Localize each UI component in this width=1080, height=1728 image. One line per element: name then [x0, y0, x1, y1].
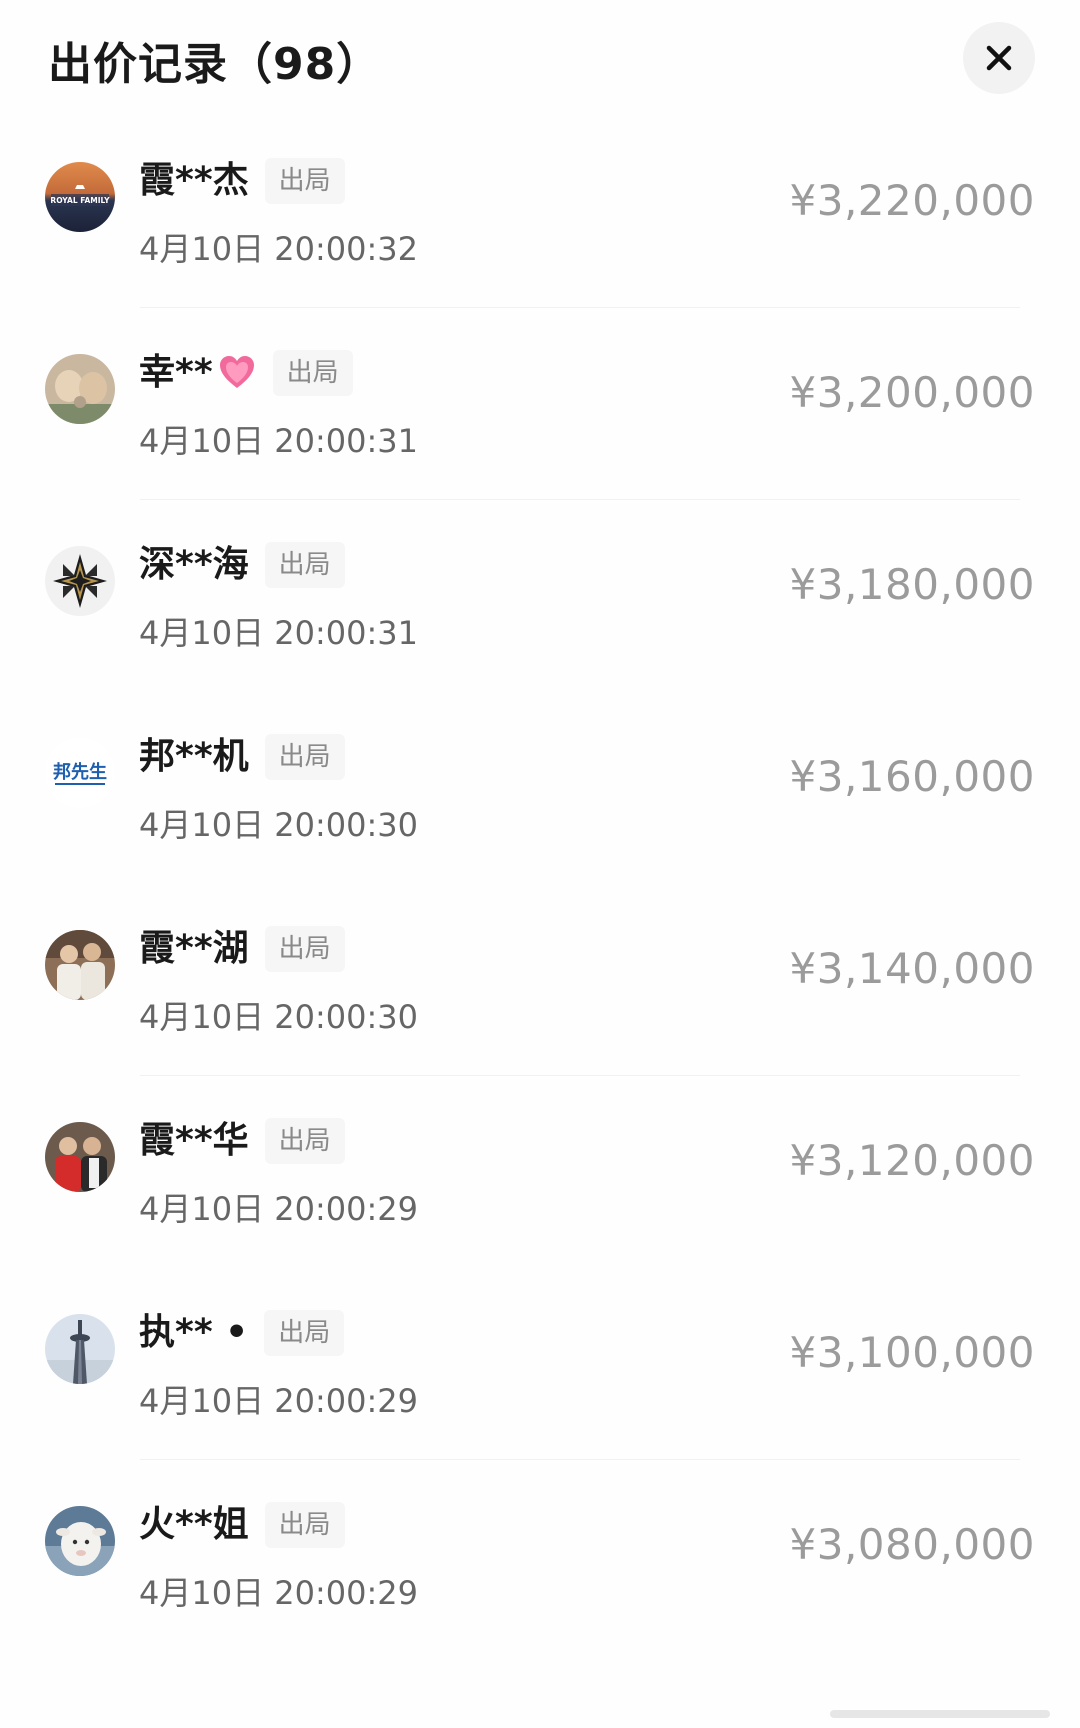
list-item[interactable]: 邦先生 邦**机 出局 4月10日 20:00:30 ¥3,160,000 [0, 692, 1080, 884]
bid-record-sheet: 出价记录（98） ROYAL FAMILY 霞**杰 出局 4月10日 20:0… [0, 0, 1080, 1728]
bid-time: 4月10日 20:00:31 [139, 422, 418, 460]
bid-amount: ¥3,120,000 [789, 1136, 1035, 1185]
close-icon [986, 45, 1012, 71]
status-badge: 出局 [264, 542, 345, 588]
list-item[interactable]: 火**姐 出局 4月10日 20:00:29 ¥3,080,000 [0, 1460, 1080, 1652]
header: 出价记录（98） [0, 0, 1080, 116]
bidder-name: 执** • [139, 1312, 249, 1353]
tower-photo [45, 1314, 115, 1384]
bidder-name: 幸** [139, 352, 213, 393]
bid-amount: ¥3,200,000 [789, 368, 1035, 417]
list-item[interactable]: 执** • 出局 4月10日 20:00:29 ¥3,100,000 [0, 1268, 1080, 1460]
text-logo: 邦先生 [45, 738, 115, 808]
bidder-name: 霞**华 [139, 1120, 249, 1161]
list-item[interactable]: 深**海 出局 4月10日 20:00:31 ¥3,180,000 [0, 500, 1080, 692]
status-badge: 出局 [264, 1118, 345, 1164]
list-item[interactable]: 幸** 出局 4月10日 20:00:31 ¥3,200,000 [0, 308, 1080, 500]
geometric-logo [45, 546, 115, 616]
royal-family-logo: ROYAL FAMILY [45, 162, 115, 232]
photo-avatar [45, 354, 115, 424]
avatar: ROYAL FAMILY [45, 162, 115, 232]
bid-amount: ¥3,160,000 [789, 752, 1035, 801]
bidder-name: 邦**机 [139, 736, 249, 777]
avatar [45, 354, 115, 424]
bid-amount: ¥3,080,000 [789, 1520, 1035, 1569]
lamb-photo [45, 1506, 115, 1576]
bidder-name: 霞**湖 [139, 928, 249, 969]
bid-time: 4月10日 20:00:29 [139, 1574, 418, 1612]
close-button[interactable] [963, 22, 1035, 94]
avatar: 邦先生 [45, 738, 115, 808]
bid-list: ROYAL FAMILY 霞**杰 出局 4月10日 20:00:32 ¥3,22… [0, 116, 1080, 1652]
status-badge: 出局 [264, 926, 345, 972]
bid-amount: ¥3,140,000 [789, 944, 1035, 993]
bid-time: 4月10日 20:00:31 [139, 614, 418, 652]
svg-text:ROYAL FAMILY: ROYAL FAMILY [50, 196, 110, 205]
bid-amount: ¥3,100,000 [789, 1328, 1035, 1377]
avatar-logo-text: 邦先生 [53, 761, 107, 783]
people-photo [45, 930, 115, 1000]
avatar [45, 930, 115, 1000]
bidder-name: 霞**杰 [139, 160, 249, 201]
bid-amount: ¥3,220,000 [789, 176, 1035, 225]
avatar [45, 1314, 115, 1384]
status-badge: 出局 [272, 350, 353, 396]
people-photo [45, 1122, 115, 1192]
bidder-name: 深**海 [139, 544, 249, 585]
status-badge: 出局 [264, 734, 345, 780]
status-badge: 出局 [264, 158, 345, 204]
status-badge: 出局 [264, 1310, 345, 1356]
home-indicator [830, 1710, 1050, 1718]
bid-amount: ¥3,180,000 [789, 560, 1035, 609]
avatar [45, 1122, 115, 1192]
list-item[interactable]: ROYAL FAMILY 霞**杰 出局 4月10日 20:00:32 ¥3,22… [0, 116, 1080, 308]
bidder-name: 火**姐 [139, 1504, 249, 1545]
bid-time: 4月10日 20:00:29 [139, 1190, 418, 1228]
bid-time: 4月10日 20:00:30 [139, 806, 418, 844]
bid-time: 4月10日 20:00:30 [139, 998, 418, 1036]
status-badge: 出局 [264, 1502, 345, 1548]
avatar [45, 1506, 115, 1576]
bid-time: 4月10日 20:00:29 [139, 1382, 418, 1420]
list-item[interactable]: 霞**湖 出局 4月10日 20:00:30 ¥3,140,000 [0, 884, 1080, 1076]
bid-time: 4月10日 20:00:32 [139, 230, 418, 268]
heart-icon [219, 356, 254, 388]
page-title: 出价记录（98） [48, 39, 382, 90]
list-item[interactable]: 霞**华 出局 4月10日 20:00:29 ¥3,120,000 [0, 1076, 1080, 1268]
avatar [45, 546, 115, 616]
